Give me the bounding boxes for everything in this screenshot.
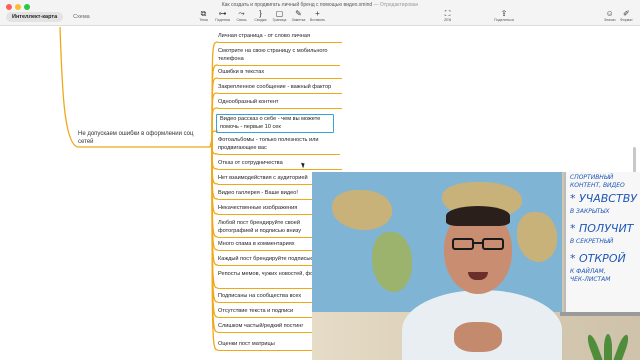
icons-label: Значки	[604, 18, 616, 22]
toolbar-label: Связь	[236, 18, 247, 22]
toolbar: ⧉ Тема ⊶ Подтема ⤳ Связь} Сводка ▢ Граница ✎ Замет…	[195, 9, 326, 23]
toolbar-summary-button[interactable]: } Сводка	[252, 9, 269, 23]
icons-panel-button[interactable]: ☺ Значки	[604, 9, 616, 23]
mindmap-topic[interactable]: Каждый пост брендируйте подписью	[218, 256, 314, 264]
mindmap-topic[interactable]: Личная страница - от слово личная	[218, 33, 310, 41]
mindmap-topic[interactable]: Нет взаимодействия с аудиторией	[218, 175, 308, 183]
format-label: Формат	[620, 18, 633, 22]
root-connector	[59, 27, 213, 148]
topic-underline	[218, 154, 340, 156]
mindmap-topic-root[interactable]: Не допускаем ошибки в оформлении соц сет…	[78, 130, 208, 146]
brush-icon: ✐	[623, 9, 630, 18]
whiteboard-text: К ФАЙЛАМ,	[570, 268, 606, 275]
smiley-icon: ☺	[605, 9, 614, 18]
topic-underline	[218, 93, 342, 95]
title-bar: Как создать и продвигать личный бренд с …	[0, 0, 640, 26]
mindmap-topic[interactable]: Фотоальбомы - только полезность или прод…	[218, 137, 336, 152]
format-panel-button[interactable]: ✐ Формат	[620, 9, 633, 23]
mindmap-topic[interactable]: Закрепленное сообщение - важный фактор	[218, 84, 331, 92]
whiteboard-text: * ОТКРОЙ	[570, 252, 626, 265]
whiteboard-text: В ЗАКРЫТЫХ	[570, 208, 610, 215]
toolbar-boundary-button[interactable]: ▢ Граница	[271, 9, 288, 23]
mindmap-topic[interactable]: Отсутствие текста и подписи	[218, 308, 293, 316]
toolbar-insert-button[interactable]: + Вставить	[309, 9, 326, 23]
mindmap-topic[interactable]: Некачественные изображения	[218, 205, 297, 213]
edited-status: — Отредактирован	[373, 2, 419, 8]
mindmap-topic[interactable]: Слишком частый/редкий постинг	[218, 323, 303, 331]
tab-mindmap[interactable]: Интеллект-карта	[6, 12, 64, 22]
toolbar-label: Сводка	[254, 18, 267, 22]
toolbar-topic-button[interactable]: ⧉ Тема	[195, 9, 212, 23]
zen-button[interactable]: ⛶ ZEN	[444, 9, 451, 23]
toolbar-label: Заметка	[291, 18, 306, 22]
toolbar-label: Граница	[272, 18, 287, 22]
webcam-overlay: СПОРТИВНЫЙ КОНТЕНТ, ВИДЕО * УЧАВСТВУ В ЗАКР…	[312, 172, 640, 360]
subtopic-icon: ⊶	[218, 9, 227, 18]
view-tabs: Интеллект-карта Схема	[6, 12, 96, 22]
topic-underline	[218, 42, 342, 44]
topic-underline	[218, 108, 342, 110]
mindmap-topic[interactable]: Видео галлерея - Ваше видео!	[218, 190, 298, 198]
topic-underline	[218, 169, 342, 171]
presenter-hair	[446, 206, 510, 226]
toolbar-label: Подтема	[215, 18, 230, 22]
mindmap-topic[interactable]: Оценки пост матрицы	[218, 341, 275, 349]
summary-icon: }	[259, 9, 262, 18]
glasses-icon	[452, 238, 508, 252]
toolbar-label: Вставить	[309, 18, 326, 22]
boundary-icon: ▢	[275, 9, 284, 18]
mindmap-topic[interactable]: Видео рассказ о себе - чем вы можете пом…	[216, 114, 334, 133]
topic-underline	[218, 65, 340, 67]
toolbar-note-button[interactable]: ✎ Заметка	[290, 9, 307, 23]
relationship-icon: ⤳	[238, 9, 245, 18]
whiteboard-text: СПОРТИВНЫЙ	[570, 174, 614, 181]
mindmap-topic[interactable]: Смотрите на свою страницу с мобильного т…	[218, 48, 336, 63]
topic-underline	[218, 78, 342, 80]
insert-icon: +	[315, 9, 320, 18]
mindmap-topic[interactable]: Подписаны на сообщества всех	[218, 293, 301, 301]
zen-icon: ⛶	[444, 9, 451, 18]
topic-icon: ⧉	[200, 9, 207, 18]
whiteboard-text: ЧЕК-ЛИСТАМ	[570, 276, 611, 283]
share-icon: ⇪	[500, 9, 508, 18]
mindmap-topic[interactable]: Ошибки в текстах	[218, 69, 264, 77]
mindmap-topic[interactable]: Много спама в комментариях	[218, 241, 295, 249]
whiteboard-text: * УЧАВСТВУ	[570, 192, 637, 205]
tab-outline[interactable]: Схема	[67, 12, 96, 22]
world-map-image	[312, 172, 562, 312]
share-label: Поделиться	[494, 18, 514, 22]
plant-image	[585, 322, 636, 360]
whiteboard-text: КОНТЕНТ, ВИДЕО	[570, 182, 625, 189]
document-name: Как создать и продвигать личный бренд с …	[221, 2, 373, 8]
whiteboard-stand	[560, 312, 640, 316]
mindmap-topic[interactable]: Отказ от сотрудничества	[218, 160, 283, 168]
zen-label: ZEN	[444, 18, 452, 22]
toolbar-label: Тема	[199, 18, 208, 22]
toolbar-relationship-button[interactable]: ⤳ Связь	[233, 9, 250, 23]
mindmap-topic[interactable]: Однообразный контент	[218, 99, 279, 107]
document-title: Как создать и продвигать личный бренд с …	[0, 2, 640, 8]
whiteboard-text: В СЕКРЕТНЫЙ	[570, 238, 614, 245]
whiteboard: СПОРТИВНЫЙ КОНТЕНТ, ВИДЕО * УЧАВСТВУ В ЗАКР…	[564, 172, 640, 312]
share-button[interactable]: ⇪ Поделиться	[494, 9, 514, 23]
presenter-hands	[454, 322, 502, 352]
toolbar-subtopic-button[interactable]: ⊶ Подтема	[214, 9, 231, 23]
whiteboard-text: * ПОЛУЧИТ	[570, 222, 634, 235]
note-icon: ✎	[295, 9, 302, 18]
